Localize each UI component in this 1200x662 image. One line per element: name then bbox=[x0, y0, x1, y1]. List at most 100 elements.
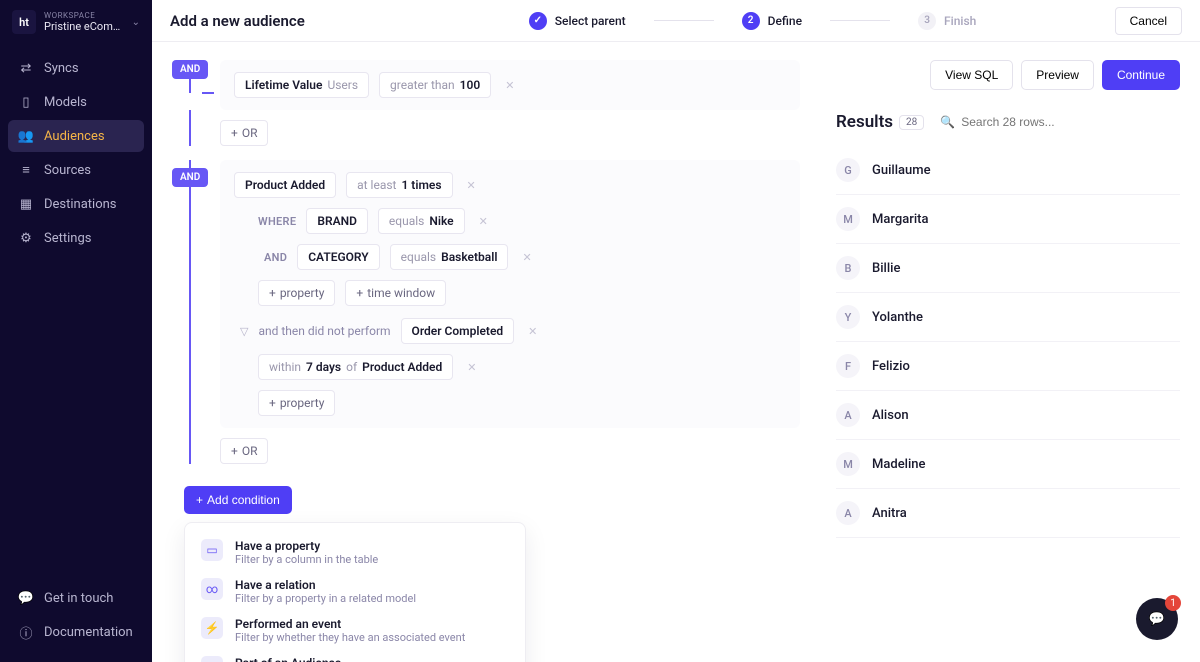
check-icon: ✓ bbox=[529, 12, 547, 30]
chip-text: property bbox=[280, 396, 325, 410]
cancel-button[interactable]: Cancel bbox=[1115, 7, 1182, 35]
step-select-parent[interactable]: ✓ Select parent bbox=[529, 12, 626, 30]
add-or-button[interactable]: +OR bbox=[220, 120, 268, 146]
bars-icon: ▯ bbox=[18, 94, 34, 110]
plus-icon: + bbox=[356, 286, 363, 300]
page-title: Add a new audience bbox=[170, 12, 305, 30]
event-chip[interactable]: Order Completed bbox=[401, 318, 515, 344]
results-search-input[interactable] bbox=[961, 115, 1180, 129]
add-condition-button[interactable]: +Add condition bbox=[184, 486, 292, 514]
add-condition-menu: ▭ Have a propertyFilter by a column in t… bbox=[184, 522, 526, 662]
menu-sub: Filter by a property in a related model bbox=[235, 592, 416, 605]
nav-label: Syncs bbox=[44, 61, 79, 76]
continue-button[interactable]: Continue bbox=[1102, 60, 1180, 90]
add-or-button[interactable]: +OR bbox=[220, 438, 268, 464]
add-time-window-button[interactable]: + time window bbox=[345, 280, 446, 306]
funnel-icon: ▽ bbox=[240, 325, 248, 338]
chip-value: Product Added bbox=[362, 360, 442, 374]
result-row[interactable]: Y Yolanthe bbox=[836, 293, 1180, 342]
result-row[interactable]: F Felizio bbox=[836, 342, 1180, 391]
chip-text: time window bbox=[367, 286, 435, 300]
step-divider bbox=[830, 20, 890, 21]
nav-syncs[interactable]: ⇄Syncs bbox=[8, 52, 144, 84]
event-chip[interactable]: Product Added bbox=[234, 172, 336, 198]
menu-item-relation[interactable]: ∞ Have a relationFilter by a property in… bbox=[195, 572, 515, 611]
chip-value: 1 times bbox=[401, 178, 441, 192]
funnel-label: and then did not perform bbox=[258, 324, 390, 338]
and-operator-badge[interactable]: AND bbox=[172, 168, 208, 187]
people-icon: 👥 bbox=[18, 128, 34, 144]
result-row[interactable]: B Billie bbox=[836, 244, 1180, 293]
workspace-label: WORKSPACE bbox=[44, 11, 124, 20]
menu-title: Have a property bbox=[235, 539, 378, 553]
result-row[interactable]: A Anitra bbox=[836, 489, 1180, 538]
nav-label: Sources bbox=[44, 163, 91, 178]
remove-funnel-icon[interactable]: ✕ bbox=[528, 325, 537, 338]
nav-destinations[interactable]: ▦Destinations bbox=[8, 188, 144, 220]
within-chip[interactable]: within 7 days of Product Added bbox=[258, 354, 453, 380]
chip-text: CATEGORY bbox=[308, 250, 368, 264]
remove-filter-icon[interactable]: ✕ bbox=[522, 251, 531, 264]
add-property-button[interactable]: +property bbox=[258, 390, 335, 416]
step-finish: 3 Finish bbox=[918, 12, 976, 30]
chip-text: of bbox=[346, 360, 357, 374]
preview-button[interactable]: Preview bbox=[1021, 60, 1094, 90]
and-operator-badge[interactable]: AND bbox=[172, 60, 208, 79]
property-icon: ▭ bbox=[201, 539, 223, 561]
nav-documentation[interactable]: ⓘ Documentation bbox=[8, 616, 144, 648]
remove-condition-icon[interactable]: ✕ bbox=[505, 79, 514, 92]
result-name: Billie bbox=[872, 261, 900, 276]
plus-icon: + bbox=[196, 493, 203, 507]
nav-audiences[interactable]: 👥Audiences bbox=[8, 120, 144, 152]
condition-card: Product Added at least 1 times ✕ WHERE B… bbox=[220, 160, 800, 428]
frequency-chip[interactable]: at least 1 times bbox=[346, 172, 452, 198]
nav-settings[interactable]: ⚙Settings bbox=[8, 222, 144, 254]
operator-chip[interactable]: equals Basketball bbox=[390, 244, 509, 270]
result-row[interactable]: G Guillaume bbox=[836, 146, 1180, 195]
avatar: G bbox=[836, 158, 860, 182]
chip-text: Product Added bbox=[245, 178, 325, 192]
menu-item-audience[interactable]: ◔ Part of an AudienceFilter by whether t… bbox=[195, 650, 515, 662]
result-row[interactable]: M Margarita bbox=[836, 195, 1180, 244]
plus-icon: + bbox=[231, 126, 238, 140]
result-row[interactable]: A Alison bbox=[836, 391, 1180, 440]
metric-chip[interactable]: Lifetime Value Users bbox=[234, 72, 369, 98]
and-label: AND bbox=[264, 251, 287, 264]
pie-icon: ◔ bbox=[201, 656, 223, 662]
database-icon: ≡ bbox=[18, 162, 34, 178]
result-name: Madeline bbox=[872, 457, 926, 472]
step-define[interactable]: 2 Define bbox=[742, 12, 802, 30]
or-label: OR bbox=[242, 444, 258, 458]
info-icon: ⓘ bbox=[18, 624, 34, 640]
search-icon: 🔍 bbox=[940, 115, 955, 129]
operator-chip[interactable]: greater than 100 bbox=[379, 72, 491, 98]
property-chip[interactable]: CATEGORY bbox=[297, 244, 379, 270]
nav-label: Documentation bbox=[44, 625, 133, 640]
event-icon: ⚡ bbox=[201, 617, 223, 639]
nav-sources[interactable]: ≡ Sources bbox=[8, 154, 144, 186]
chat-icon: 💬 bbox=[18, 590, 34, 606]
result-row[interactable]: M Madeline bbox=[836, 440, 1180, 489]
remove-within-icon[interactable]: ✕ bbox=[467, 361, 476, 374]
operator-chip[interactable]: equals Nike bbox=[378, 208, 465, 234]
chat-widget[interactable]: 💬 1 bbox=[1136, 598, 1178, 640]
workspace-switcher[interactable]: ht WORKSPACE Pristine eCommer... ⌄ bbox=[0, 0, 152, 44]
notification-badge: 1 bbox=[1165, 595, 1181, 611]
step-label: Define bbox=[768, 14, 802, 28]
chip-text: at least bbox=[357, 178, 396, 192]
chat-icon: 💬 bbox=[1149, 612, 1165, 627]
add-property-button[interactable]: +property bbox=[258, 280, 335, 306]
chip-value: 100 bbox=[460, 78, 481, 92]
nav-models[interactable]: ▯ Models bbox=[8, 86, 144, 118]
menu-item-property[interactable]: ▭ Have a propertyFilter by a column in t… bbox=[195, 533, 515, 572]
remove-filter-icon[interactable]: ✕ bbox=[479, 215, 488, 228]
property-chip[interactable]: BRAND bbox=[306, 208, 368, 234]
menu-item-event[interactable]: ⚡ Performed an eventFilter by whether th… bbox=[195, 611, 515, 650]
view-sql-button[interactable]: View SQL bbox=[930, 60, 1013, 90]
nav-label: Models bbox=[44, 95, 87, 110]
avatar: M bbox=[836, 452, 860, 476]
nav-get-in-touch[interactable]: 💬Get in touch bbox=[8, 582, 144, 614]
remove-condition-icon[interactable]: ✕ bbox=[467, 179, 476, 192]
menu-title: Have a relation bbox=[235, 578, 416, 592]
nav-label: Settings bbox=[44, 231, 91, 246]
